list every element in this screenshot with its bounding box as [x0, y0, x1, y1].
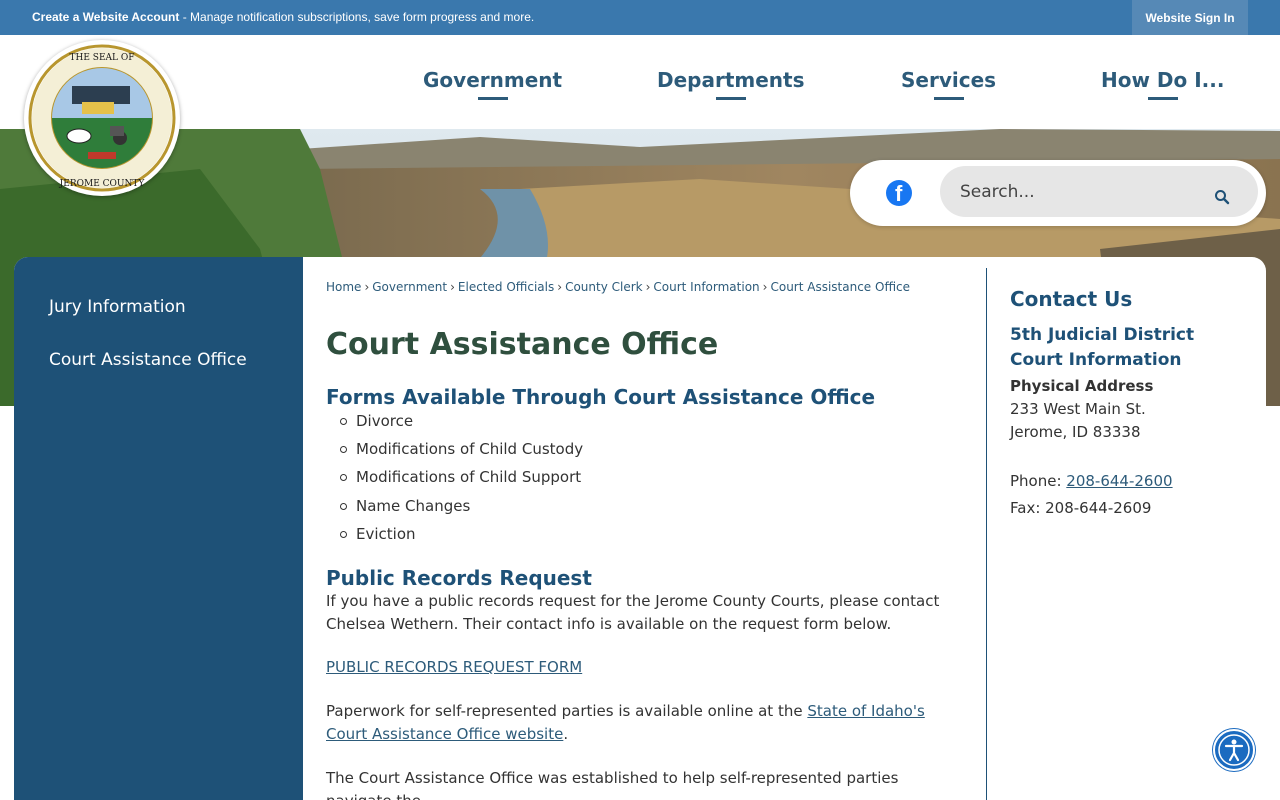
fax-text: Fax: 208-644-2609	[1010, 499, 1152, 517]
phone-label: Phone:	[1010, 472, 1067, 490]
breadcrumb-separator: ›	[450, 280, 455, 294]
breadcrumb: Home › Government › Elected Officials › County…	[326, 280, 910, 294]
sidebar: Jury Information Court Assistance Office	[14, 257, 303, 800]
create-account-bold[interactable]: Create a Website Account	[32, 10, 179, 24]
jerome-county-seal-logo[interactable]: THE SEAL OF JEROME COUNTY	[24, 40, 180, 196]
list-item: Eviction	[339, 524, 583, 552]
breadcrumb-court-assistance-office[interactable]: Court Assistance Office	[770, 280, 910, 294]
nav-services[interactable]: Services	[901, 68, 996, 92]
public-records-request-form-link[interactable]: PUBLIC RECORDS REQUEST FORM	[326, 658, 582, 676]
forms-list: Divorce Modifications of Child Custody M…	[339, 411, 583, 552]
main-content-card: Jury Information Court Assistance Office…	[14, 257, 1266, 800]
breadcrumb-separator: ›	[762, 280, 768, 294]
sidebar-item-court-assistance-office[interactable]: Court Assistance Office	[49, 350, 247, 370]
address-line-2: Jerome, ID 83338	[1010, 423, 1141, 441]
paperwork-text: Paperwork for self-represented parties i…	[326, 700, 966, 746]
list-item: Name Changes	[339, 496, 583, 524]
breadcrumb-home[interactable]: Home	[326, 280, 361, 294]
established-text: The Court Assistance Office was establis…	[326, 769, 899, 800]
public-records-paragraph: PUBLIC RECORDS REQUEST FORM	[326, 656, 966, 679]
phone-link[interactable]: 208-644-2600	[1066, 472, 1172, 490]
search-bar: f	[850, 160, 1266, 226]
nav-departments[interactable]: Departments	[657, 68, 805, 92]
page-title: Court Assistance Office	[326, 327, 719, 362]
breadcrumb-government[interactable]: Government	[372, 280, 447, 294]
address-line-1: 233 West Main St.	[1010, 400, 1146, 418]
create-account-text[interactable]: - Manage notification subscriptions, sav…	[179, 10, 535, 24]
public-records-heading: Public Records Request	[326, 566, 592, 590]
nav-government[interactable]: Government	[423, 68, 562, 92]
list-item: Divorce	[339, 411, 583, 439]
breadcrumb-separator: ›	[364, 280, 370, 294]
top-bar: Create a Website Account - Manage notifi…	[0, 0, 1280, 35]
search-input[interactable]	[940, 166, 1258, 217]
create-account-link[interactable]: Create a Website Account - Manage notifi…	[32, 10, 534, 24]
nav-how-do-i[interactable]: How Do I...	[1101, 68, 1224, 92]
seal-text-bottom: JEROME COUNTY	[59, 179, 146, 189]
breadcrumb-elected-officials[interactable]: Elected Officials	[458, 280, 554, 294]
forms-heading: Forms Available Through Court Assistance…	[326, 385, 876, 409]
sidebar-item-jury-information[interactable]: Jury Information	[49, 297, 186, 317]
breadcrumb-separator: ›	[645, 280, 651, 294]
breadcrumb-county-clerk[interactable]: County Clerk	[565, 280, 643, 294]
paperwork-text-start: Paperwork for self-represented parties i…	[326, 702, 808, 720]
accessibility-icon[interactable]	[1213, 729, 1255, 771]
facebook-icon[interactable]: f	[886, 180, 912, 206]
website-sign-in-button[interactable]: Website Sign In	[1132, 0, 1248, 35]
list-item: Modifications of Child Support	[339, 467, 583, 495]
search-icon[interactable]	[1214, 189, 1232, 207]
physical-address-label: Physical Address	[1010, 377, 1154, 395]
phone-row: Phone: 208-644-2600	[1010, 472, 1173, 490]
public-records-text: If you have a public records request for…	[326, 592, 940, 633]
content-divider	[986, 268, 987, 800]
breadcrumb-court-information[interactable]: Court Information	[653, 280, 759, 294]
list-item: Modifications of Child Custody	[339, 439, 583, 467]
contact-title: Contact Us	[1010, 287, 1133, 311]
seal-text-top: THE SEAL OF	[70, 53, 135, 63]
contact-org-name: 5th Judicial District Court Information	[1010, 325, 1195, 370]
paperwork-text-end: .	[563, 725, 569, 743]
header: Government Departments Services How Do I…	[0, 35, 1280, 129]
breadcrumb-separator: ›	[557, 280, 563, 294]
